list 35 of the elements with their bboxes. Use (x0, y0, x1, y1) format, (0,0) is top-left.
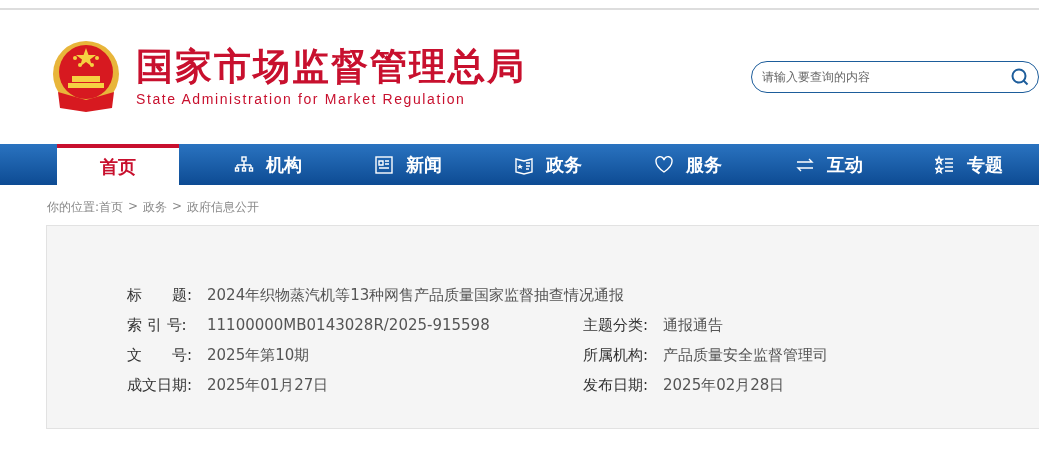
info-label: 标 题: (127, 286, 194, 305)
nav-tab[interactable]: 服务 (618, 144, 759, 185)
heart-icon (654, 154, 675, 175)
info-label: 主题分类: (583, 316, 650, 335)
info-value: 2025年01月27日 (207, 376, 329, 395)
breadcrumb-separator: > (128, 199, 139, 215)
hierarchy-icon (233, 154, 254, 175)
search-field[interactable]: 请输入要查询的内容 (751, 61, 1039, 93)
emblem-icon (50, 40, 122, 114)
nav-tab[interactable]: 互动 (758, 144, 899, 185)
info-value: 产品质量安全监督管理司 (663, 346, 828, 365)
breadcrumb-link[interactable]: 政务 (143, 199, 168, 225)
info-label: 所属机构: (583, 346, 650, 365)
breadcrumb-separator: > (172, 199, 183, 215)
nav-tab[interactable]: 专题 (898, 144, 1039, 185)
info-value: 2025年02月28日 (663, 376, 785, 395)
breadcrumb-link[interactable]: 你的位置:首页 (47, 199, 124, 225)
info-label: 索 引 号: (127, 316, 188, 335)
search-icon[interactable] (1010, 67, 1030, 87)
nav-tab[interactable]: 机构 (197, 144, 338, 185)
site-subtitle: State Administration for Market Regulation (136, 91, 467, 108)
star-list-icon (934, 154, 955, 175)
breadcrumb-link[interactable]: 政府信息公开 (187, 199, 260, 225)
info-label: 成文日期: (127, 376, 194, 395)
info-value: 2024年织物蒸汽机等13种网售产品质量国家监督抽查情况通报 (207, 286, 625, 305)
info-label: 文 号: (127, 346, 194, 365)
info-value: 通报通告 (663, 316, 723, 335)
newspaper-icon (374, 154, 395, 175)
site-title: 国家市场监督管理总局 (136, 46, 526, 88)
nav-tab[interactable]: 新闻 (337, 144, 479, 185)
info-value: 11100000MB0143028R/2025-915598 (207, 316, 490, 335)
info-label: 发布日期: (583, 376, 650, 395)
nav-tab[interactable]: 首页 (57, 144, 179, 185)
info-value: 2025年第10期 (207, 346, 310, 365)
nav-tab[interactable]: 政务 (478, 144, 619, 185)
